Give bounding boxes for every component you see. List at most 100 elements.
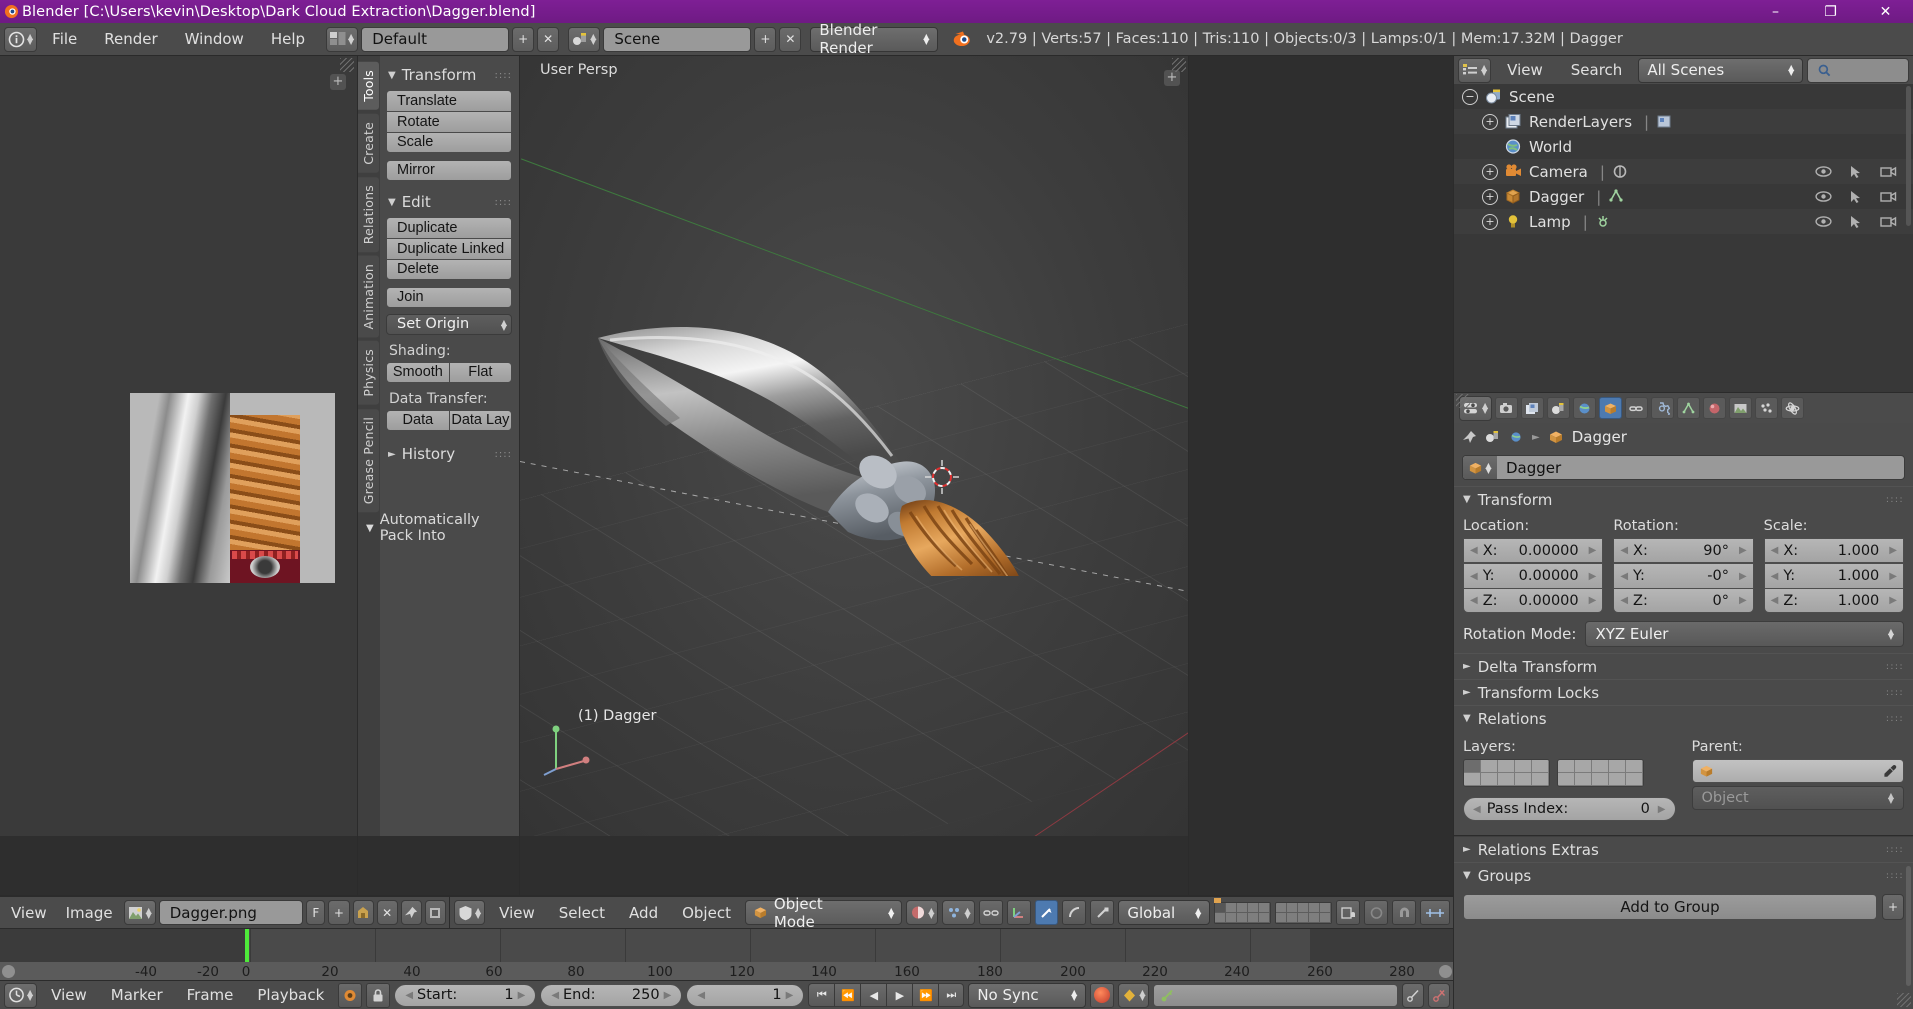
- layer-cell[interactable]: [1276, 902, 1288, 913]
- image-editor-open-toolbar-button[interactable]: +: [330, 74, 346, 90]
- close-button[interactable]: ✕: [1858, 0, 1913, 23]
- layer-cell[interactable]: [1237, 902, 1249, 913]
- fake-user-toggle[interactable]: F: [306, 900, 326, 925]
- layer-cell[interactable]: [1532, 760, 1549, 773]
- jump-to-next-keyframe-button[interactable]: ⏩: [912, 983, 939, 1007]
- increment-arrow-icon[interactable]: ▶: [518, 990, 526, 1001]
- increment-arrow-icon[interactable]: ▶: [664, 990, 672, 1001]
- minimize-button[interactable]: –: [1748, 0, 1803, 23]
- outliner-row-dagger[interactable]: + Dagger |: [1454, 184, 1913, 209]
- layer-cell[interactable]: [1626, 760, 1643, 773]
- shade-flat-button[interactable]: Flat: [448, 362, 512, 383]
- layer-cell[interactable]: [1558, 773, 1575, 786]
- delete-button[interactable]: Delete: [386, 259, 512, 280]
- layer-cell[interactable]: [1575, 760, 1592, 773]
- expand-toggle-icon[interactable]: +: [1482, 213, 1498, 230]
- outliner-menu-view[interactable]: View: [1495, 58, 1555, 82]
- outliner-row-camera[interactable]: + Camera |: [1454, 159, 1913, 184]
- pin-icon[interactable]: [1462, 430, 1477, 445]
- menu-file[interactable]: File: [40, 27, 89, 51]
- outliner-scrollbar[interactable]: [1906, 86, 1911, 226]
- viewport-shading-selector[interactable]: ▲ ▼: [906, 900, 939, 925]
- area-resize-grip[interactable]: [1897, 993, 1911, 1007]
- layer-cell[interactable]: [1320, 902, 1332, 913]
- decrement-arrow-icon[interactable]: ◀: [1470, 595, 1478, 606]
- increment-arrow-icon[interactable]: ▶: [1889, 595, 1897, 606]
- layer-cell[interactable]: [1248, 902, 1260, 913]
- sync-mode-selector[interactable]: No Sync ▲ ▼: [968, 982, 1087, 1008]
- editor-type-selector-info[interactable]: ▲ ▼: [4, 26, 38, 52]
- tab-create[interactable]: Create: [358, 113, 379, 173]
- render-properties-tab[interactable]: [1495, 397, 1519, 419]
- area-resize-grip[interactable]: [1456, 394, 1470, 408]
- scale-button[interactable]: Scale: [386, 132, 512, 153]
- decrement-arrow-icon[interactable]: ◀: [1620, 571, 1628, 582]
- parent-object-field[interactable]: [1691, 759, 1904, 783]
- lock-time-toggle[interactable]: [366, 982, 391, 1008]
- screen-layout-browse-button[interactable]: ▲ ▼: [326, 26, 359, 52]
- collapse-toggle-icon[interactable]: −: [1462, 88, 1478, 105]
- layer-cell[interactable]: [1558, 760, 1575, 773]
- restrict-render-camera-icon[interactable]: [1880, 215, 1897, 229]
- layer-cell[interactable]: [1298, 912, 1310, 923]
- rotate-button[interactable]: Rotate: [386, 111, 512, 132]
- layer-cell[interactable]: [1259, 912, 1271, 923]
- interaction-mode-selector[interactable]: Object Mode ▲ ▼: [744, 897, 903, 928]
- layer-block-first[interactable]: [1463, 759, 1550, 787]
- restrict-render-camera-icon[interactable]: [1880, 165, 1897, 179]
- layer-cell[interactable]: [1481, 760, 1498, 773]
- delete-scene-button[interactable]: ✕: [779, 26, 802, 52]
- location-y-field[interactable]: ◀ Y: 0.00000 ▶: [1463, 563, 1604, 588]
- restrict-select-cursor-icon[interactable]: [1850, 165, 1862, 179]
- proportional-edit-toggle[interactable]: [1364, 900, 1389, 925]
- world-properties-tab[interactable]: [1573, 397, 1597, 419]
- layer-cell[interactable]: [1226, 902, 1238, 913]
- layer-cell[interactable]: [1237, 912, 1249, 923]
- outliner-search-field[interactable]: [1807, 57, 1909, 83]
- expand-toggle-icon[interactable]: +: [1482, 113, 1498, 130]
- panel-header-transform-locks[interactable]: ► Transform Locks ::::: [1454, 679, 1913, 705]
- add-scene-button[interactable]: +: [754, 26, 777, 52]
- pivot-point-selector[interactable]: ▲ ▼: [942, 900, 975, 925]
- layer-cell[interactable]: [1309, 902, 1321, 913]
- keyframe-type-selector[interactable]: ▲ ▼: [1118, 982, 1150, 1008]
- panel-header-groups[interactable]: ▼ Groups ::::: [1454, 862, 1913, 888]
- timeline-scroll-handle-left[interactable]: [2, 965, 15, 978]
- layer-cell[interactable]: [1259, 902, 1271, 913]
- join-button[interactable]: Join: [386, 287, 512, 308]
- decrement-arrow-icon[interactable]: ◀: [551, 990, 559, 1001]
- rotation-mode-selector[interactable]: XYZ Euler ▲ ▼: [1585, 621, 1904, 647]
- rotation-y-field[interactable]: ◀ Y: -0° ▶: [1613, 563, 1754, 588]
- layer-cell[interactable]: [1609, 760, 1626, 773]
- scale-y-field[interactable]: ◀ Y: 1.000 ▶: [1763, 563, 1904, 588]
- translate-button[interactable]: Translate: [386, 90, 512, 111]
- outliner-row-scene[interactable]: − Scene: [1454, 84, 1913, 109]
- texture-properties-tab[interactable]: [1729, 397, 1753, 419]
- layer-cell[interactable]: [1592, 760, 1609, 773]
- delete-screen-layout-button[interactable]: ✕: [537, 26, 560, 52]
- outliner-display-mode-selector[interactable]: All Scenes ▲ ▼: [1638, 57, 1804, 83]
- object-properties-tab[interactable]: [1599, 397, 1623, 419]
- restrict-view-eye-icon[interactable]: [1815, 190, 1832, 204]
- timeline-playhead[interactable]: [245, 929, 249, 962]
- rotation-z-field[interactable]: ◀ Z: 0° ▶: [1613, 588, 1754, 613]
- viewport-menu-object[interactable]: Object: [672, 901, 741, 925]
- rotate-manipulator-toggle[interactable]: [1062, 900, 1087, 925]
- play-button[interactable]: ▶: [886, 983, 913, 1007]
- decrement-arrow-icon[interactable]: ◀: [697, 990, 705, 1001]
- outliner-row-renderlayers[interactable]: + RenderLayers |: [1454, 109, 1913, 134]
- delete-keyframe-button[interactable]: [1428, 982, 1450, 1008]
- constraints-properties-tab[interactable]: [1625, 397, 1649, 419]
- layer-cell[interactable]: [1287, 902, 1299, 913]
- render-region-toggle[interactable]: [1420, 900, 1451, 925]
- increment-arrow-icon[interactable]: ▶: [1889, 571, 1897, 582]
- jump-to-end-button[interactable]: ⏭: [938, 983, 965, 1007]
- screen-layout-field[interactable]: Default: [361, 26, 510, 52]
- timeline-menu-marker[interactable]: Marker: [101, 983, 173, 1007]
- particles-properties-tab[interactable]: [1755, 397, 1779, 419]
- jump-to-prev-keyframe-button[interactable]: ⏪: [834, 983, 861, 1007]
- viewport-open-sidebar-button[interactable]: +: [1164, 70, 1180, 86]
- data-layout-transfer-button[interactable]: Data Lay: [448, 410, 512, 431]
- decrement-arrow-icon[interactable]: ◀: [405, 990, 413, 1001]
- scene-browse-button[interactable]: ▲ ▼: [568, 26, 601, 52]
